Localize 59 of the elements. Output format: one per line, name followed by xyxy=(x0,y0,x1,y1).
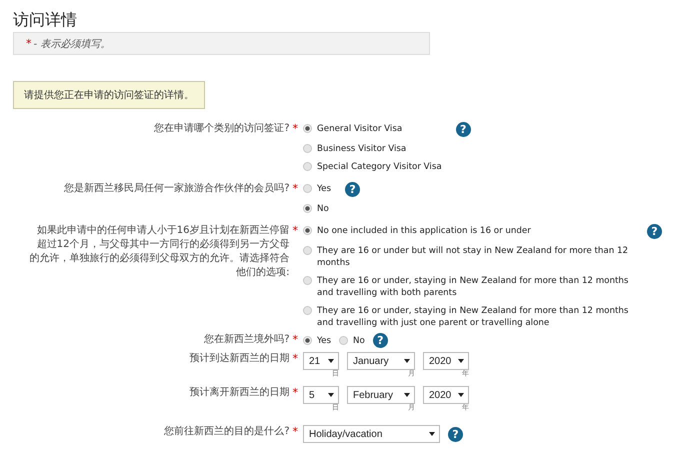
help-icon[interactable]: ? xyxy=(448,426,463,442)
required-mark: * xyxy=(292,182,298,195)
radio-button[interactable] xyxy=(303,246,312,255)
radio-button[interactable] xyxy=(303,124,312,133)
radio-button[interactable] xyxy=(303,306,312,315)
question-label: 您在新西兰境外吗? xyxy=(204,333,290,347)
question-label: 预计到达新西兰的日期 xyxy=(190,352,290,366)
radio-button[interactable] xyxy=(303,336,312,345)
required-mark: * xyxy=(292,386,298,399)
radio-option[interactable]: No xyxy=(339,334,365,347)
radio-button[interactable] xyxy=(303,162,312,171)
question-label: 如果此申请中的任何申请人小于16岁且计划在新西兰停留超过12个月，与父母其中一方同行的必须得到另一方父母的允许，单独旅行的必须得到父母双方的允许。请选择符合他们的选项: xyxy=(28,224,290,280)
radio-button[interactable] xyxy=(303,276,312,285)
help-icon[interactable]: ? xyxy=(345,182,360,197)
radio-button[interactable] xyxy=(303,144,312,153)
date-dropdown[interactable]: 21 xyxy=(303,352,339,370)
required-mark: * xyxy=(292,352,298,365)
required-mark: * xyxy=(26,37,32,50)
help-icon[interactable]: ? xyxy=(372,333,388,348)
caret-icon xyxy=(429,432,435,436)
date-dropdown[interactable]: 5 xyxy=(303,386,339,404)
date-dropdown[interactable]: February xyxy=(347,386,415,404)
required-mark: * xyxy=(292,224,298,237)
radio-button[interactable] xyxy=(339,336,348,345)
radio-option[interactable]: No one included in this application is 16 or under xyxy=(303,224,633,239)
instruction-box: 请提供您正在申请的访问签证的详情。 xyxy=(13,81,205,109)
radio-option[interactable]: General Visitor Visa xyxy=(303,122,442,137)
required-mark: * xyxy=(292,333,298,346)
caret-icon xyxy=(458,359,464,363)
radio-option[interactable]: Yes xyxy=(303,182,332,197)
radio-option[interactable]: They are 16 or under, staying in New Zealand for more than 12 months and travelling with both parents xyxy=(303,274,633,299)
date-dropdown[interactable]: 2020 xyxy=(423,386,469,404)
caret-icon xyxy=(404,393,410,397)
question-label: 您是新西兰移民局任何一家旅游合作伙伴的会员吗? xyxy=(64,182,290,196)
date-dropdown[interactable]: 2020 xyxy=(423,352,469,370)
radio-option[interactable]: Business Visitor Visa xyxy=(303,142,442,155)
question-label: 您前往新西兰的目的是什么? xyxy=(164,425,290,439)
required-note: - 表示必须填写。 xyxy=(34,38,110,50)
caret-icon xyxy=(328,359,334,363)
question-label: 您在申请哪个类别的访问签证? xyxy=(154,122,290,136)
radio-option[interactable]: No xyxy=(303,202,332,215)
radio-button[interactable] xyxy=(303,204,312,213)
date-dropdown[interactable]: January xyxy=(347,352,415,370)
purpose-dropdown[interactable]: Holiday/vacation xyxy=(303,425,440,443)
question-label: 预计离开新西兰的日期 xyxy=(190,386,290,400)
required-mark: * xyxy=(292,425,298,438)
radio-option[interactable]: Special Category Visitor Visa xyxy=(303,160,442,173)
help-icon[interactable]: ? xyxy=(456,122,471,137)
caret-icon xyxy=(328,393,334,397)
radio-button[interactable] xyxy=(303,184,312,193)
page-title: 访问详情 xyxy=(13,10,78,30)
radio-option[interactable]: They are 16 or under, staying in New Zealand for more than 12 months and travelling with just one parent or travelling alone xyxy=(303,304,633,329)
caret-icon xyxy=(404,359,410,363)
caret-icon xyxy=(458,393,464,397)
help-icon[interactable]: ? xyxy=(647,224,662,239)
radio-option[interactable]: They are 16 or under but will not stay in New Zealand for more than 12 months xyxy=(303,244,633,269)
radio-button[interactable] xyxy=(303,226,312,235)
radio-option[interactable]: Yes xyxy=(303,334,332,347)
required-mark: * xyxy=(292,122,298,135)
